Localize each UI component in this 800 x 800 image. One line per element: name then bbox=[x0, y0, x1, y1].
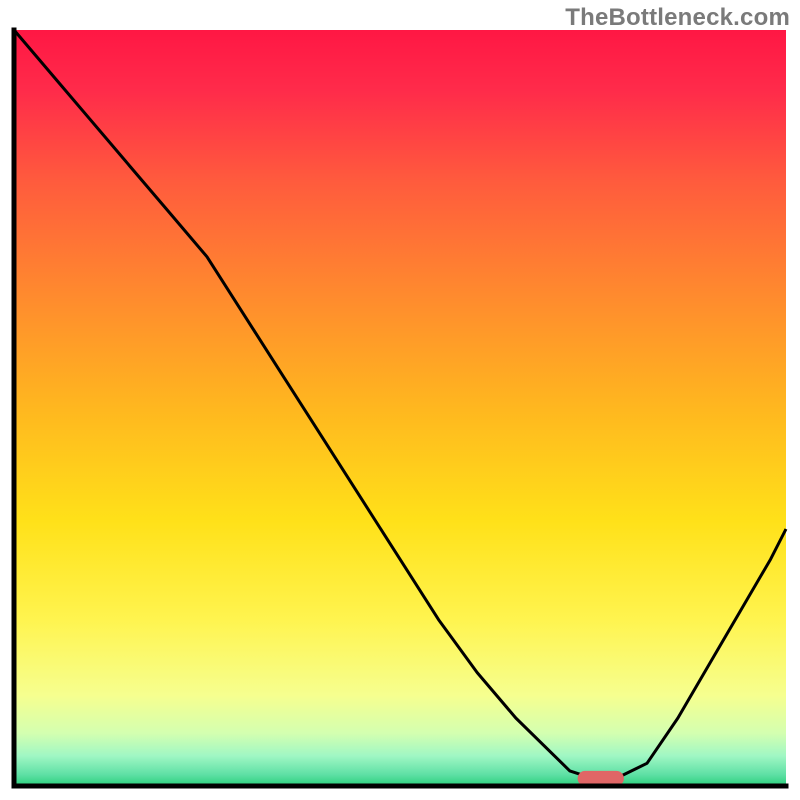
bottleneck-chart bbox=[0, 0, 800, 800]
watermark-text: TheBottleneck.com bbox=[565, 4, 790, 32]
chart-background bbox=[14, 30, 786, 786]
chart-frame: TheBottleneck.com bbox=[0, 0, 800, 800]
